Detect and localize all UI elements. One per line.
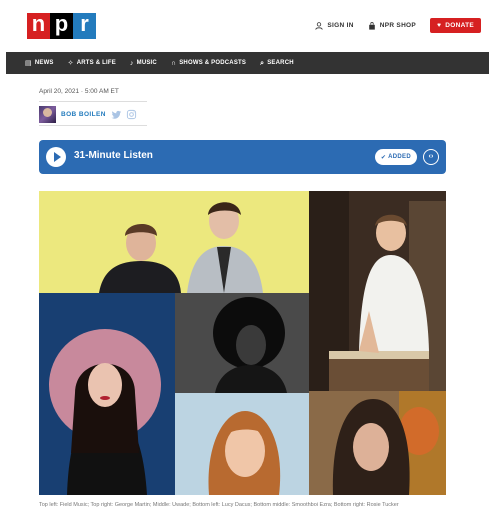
headphones-icon: ∩ (170, 59, 177, 67)
code-brackets-icon: ‹› (428, 153, 434, 160)
main-nav: ▤ NEWS ✧ ARTS & LIFE ♪ MUSIC ∩ SHOWS & P… (6, 52, 489, 74)
nav-label: SEARCH (267, 60, 294, 66)
donate-label: DONATE (445, 22, 474, 29)
photo-rosie-tucker (309, 391, 446, 495)
sign-in-label: SIGN IN (327, 22, 354, 29)
site-header: n p r SIGN IN NPR SHOP ♥ DONATE (0, 0, 495, 52)
nav-label: SHOWS & PODCASTS (179, 60, 247, 66)
photo-lucy-dacus (39, 293, 175, 495)
added-to-playlist-button[interactable]: ✔ ADDED (374, 149, 417, 165)
twitter-icon[interactable] (111, 109, 122, 120)
image-caption: Top left: Field Music; Top right: George… (39, 502, 399, 508)
nav-label: ARTS & LIFE (76, 60, 116, 66)
added-label: ADDED (388, 154, 411, 160)
logo-letter-n: n (27, 13, 50, 39)
play-button[interactable] (46, 147, 66, 167)
user-icon (315, 21, 323, 30)
music-note-icon: ♪ (129, 59, 134, 67)
nav-item-news[interactable]: ▤ NEWS (25, 60, 54, 67)
nav-item-shows-podcasts[interactable]: ∩ SHOWS & PODCASTS (171, 60, 246, 67)
heart-icon: ♥ (437, 22, 442, 29)
nav-item-search[interactable]: ⌕ SEARCH (260, 60, 294, 67)
shopping-bag-icon (368, 21, 375, 30)
checkmark-icon: ✔ (380, 154, 387, 161)
donate-button[interactable]: ♥ DONATE (430, 18, 481, 33)
nav-item-arts-life[interactable]: ✧ ARTS & LIFE (68, 60, 116, 67)
nav-item-music[interactable]: ♪ MUSIC (130, 60, 157, 67)
photo-uwade (175, 293, 309, 393)
logo-letter-r: r (73, 13, 96, 39)
npr-shop-link[interactable]: NPR SHOP (368, 21, 417, 30)
instagram-icon[interactable] (126, 109, 137, 120)
search-icon: ⌕ (260, 59, 265, 67)
page: n p r SIGN IN NPR SHOP ♥ DONATE ▤ NEWS ✧… (0, 0, 495, 526)
audio-title: 31-Minute Listen (74, 150, 153, 161)
npr-shop-label: NPR SHOP (379, 22, 417, 29)
byline: BOB BOILEN (39, 106, 137, 123)
nav-label: MUSIC (136, 60, 157, 66)
author-name-link[interactable]: BOB BOILEN (61, 111, 106, 118)
photo-smoothboi-ezra (175, 393, 309, 495)
divider (39, 125, 147, 126)
header-actions: SIGN IN NPR SHOP ♥ DONATE (315, 18, 481, 33)
nav-label: NEWS (34, 60, 54, 66)
divider (39, 101, 147, 102)
author-avatar (39, 106, 56, 123)
npr-logo[interactable]: n p r (27, 13, 96, 39)
more-options-button[interactable]: ‹› (423, 149, 439, 165)
audio-player: 31-Minute Listen ✔ ADDED ‹› (39, 140, 446, 174)
logo-letter-p: p (50, 13, 73, 39)
article-date: April 20, 2021 · 5:00 AM ET (39, 88, 119, 95)
arts-icon: ✧ (67, 59, 74, 67)
photo-field-music (39, 191, 309, 293)
sign-in-link[interactable]: SIGN IN (315, 21, 354, 30)
photo-george-martin (309, 191, 446, 391)
newspaper-icon: ▤ (25, 59, 32, 67)
featured-image-collage (39, 191, 446, 495)
author-social-links (111, 109, 137, 120)
